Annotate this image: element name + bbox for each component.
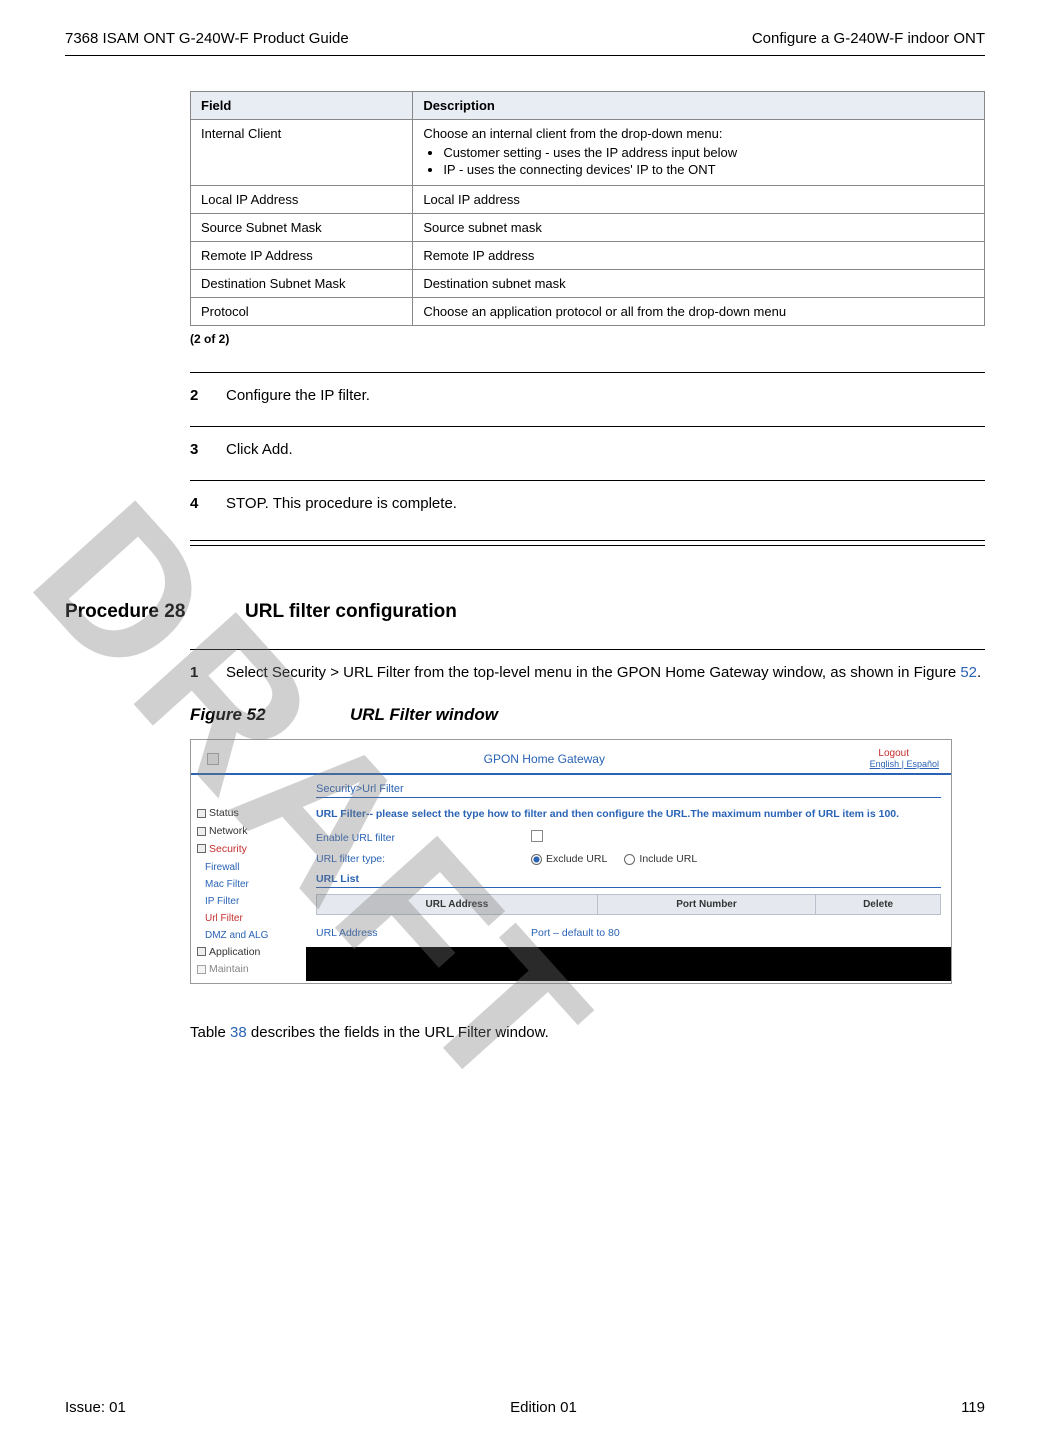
- step-text: STOP. This procedure is complete.: [226, 495, 985, 512]
- cell-field: Protocol: [191, 298, 413, 326]
- figure-caption: Figure 52 URL Filter window: [190, 705, 985, 725]
- procedure-label: Procedure 28: [65, 601, 245, 623]
- cell-bullet: IP - uses the connecting devices' IP to …: [443, 162, 974, 177]
- exclude-url-radio[interactable]: [531, 854, 542, 865]
- sidebar-item-security[interactable]: Security: [197, 841, 302, 859]
- cell-desc: Remote IP address: [413, 242, 985, 270]
- header-rule: [65, 55, 985, 56]
- table-row: Internal Client Choose an internal clien…: [191, 120, 985, 186]
- cell-field: Source Subnet Mask: [191, 214, 413, 242]
- enable-url-filter-checkbox[interactable]: [531, 830, 543, 842]
- cell-desc: Local IP address: [413, 186, 985, 214]
- figure-reference[interactable]: 52: [960, 664, 977, 681]
- procedure-title: URL filter configuration: [245, 601, 457, 623]
- footer-edition: Edition 01: [510, 1399, 577, 1416]
- ss-main-panel: Security>Url Filter URL Filter-- please …: [306, 775, 951, 983]
- table-footer: (2 of 2): [190, 332, 985, 346]
- procedure-end-separator: [190, 540, 985, 546]
- redacted-bar: [306, 947, 951, 981]
- table-reference[interactable]: 38: [230, 1024, 247, 1041]
- breadcrumb: Security>Url Filter: [316, 783, 941, 795]
- procedure-step: 4 STOP. This procedure is complete.: [190, 495, 985, 512]
- procedure-heading: Procedure 28 URL filter configuration: [65, 601, 985, 623]
- cell-desc: Choose an application protocol or all fr…: [413, 298, 985, 326]
- col-url-address: URL Address: [317, 895, 598, 915]
- figure-title-text: URL Filter window: [350, 705, 498, 725]
- footer-issue: Issue: 01: [65, 1399, 126, 1416]
- sidebar-item-application[interactable]: Application: [197, 944, 302, 962]
- sidebar-item-url-filter[interactable]: Url Filter: [197, 910, 302, 927]
- ss-titlebar: GPON Home Gateway Logout English | Españ…: [191, 740, 951, 775]
- sidebar-item-firewall[interactable]: Firewall: [197, 859, 302, 876]
- step-separator: [190, 372, 985, 373]
- cell-desc-intro: Choose an internal client from the drop-…: [423, 126, 722, 141]
- sidebar-item-ip-filter[interactable]: IP Filter: [197, 893, 302, 910]
- url-filter-screenshot: GPON Home Gateway Logout English | Españ…: [190, 739, 952, 984]
- cell-field: Remote IP Address: [191, 242, 413, 270]
- table-header-description: Description: [413, 92, 985, 120]
- step-separator: [190, 649, 985, 650]
- cell-field: Internal Client: [191, 120, 413, 186]
- procedure-step: 1 Select Security > URL Filter from the …: [190, 664, 985, 681]
- sidebar-item-mac-filter[interactable]: Mac Filter: [197, 876, 302, 893]
- cell-field: Local IP Address: [191, 186, 413, 214]
- enable-url-filter-label: Enable URL filter: [316, 832, 531, 844]
- panel-subtitle: URL Filter-- please select the type how …: [316, 808, 941, 820]
- table-row: Remote IP Address Remote IP address: [191, 242, 985, 270]
- step-number: 3: [190, 441, 226, 458]
- table-reference-text: Table 38 describes the fields in the URL…: [190, 1024, 985, 1041]
- cell-desc: Source subnet mask: [413, 214, 985, 242]
- table-row: Source Subnet Mask Source subnet mask: [191, 214, 985, 242]
- add-url-row: URL Address Port – default to 80: [316, 927, 941, 939]
- sidebar-item-network[interactable]: Network: [197, 823, 302, 841]
- table-row: Local IP Address Local IP address: [191, 186, 985, 214]
- url-address-label: URL Address: [316, 927, 531, 939]
- enable-url-filter-row: Enable URL filter: [316, 830, 941, 845]
- table-header-field: Field: [191, 92, 413, 120]
- step-number: 4: [190, 495, 226, 512]
- step-number: 1: [190, 664, 226, 681]
- field-description-table: Field Description Internal Client Choose…: [190, 91, 985, 326]
- logout-link[interactable]: Logout: [878, 748, 909, 759]
- step-text: Click Add.: [226, 441, 985, 458]
- page-footer: Issue: 01 Edition 01 119: [65, 1399, 985, 1416]
- procedure-step: 2 Configure the IP filter.: [190, 387, 985, 404]
- col-delete: Delete: [816, 895, 941, 915]
- figure-label: Figure 52: [190, 705, 350, 725]
- step-text: Configure the IP filter.: [226, 387, 985, 404]
- url-filter-type-label: URL filter type:: [316, 853, 531, 865]
- language-links[interactable]: English | Español: [870, 759, 939, 769]
- step-separator: [190, 480, 985, 481]
- include-url-radio[interactable]: [624, 854, 635, 865]
- cell-field: Destination Subnet Mask: [191, 270, 413, 298]
- step-text: Select Security > URL Filter from the to…: [226, 664, 985, 681]
- cell-desc: Choose an internal client from the drop-…: [413, 120, 985, 186]
- sidebar-item-status[interactable]: Status: [197, 805, 302, 823]
- table-row: Protocol Choose an application protocol …: [191, 298, 985, 326]
- step-number: 2: [190, 387, 226, 404]
- cell-desc: Destination subnet mask: [413, 270, 985, 298]
- procedure-step: 3 Click Add.: [190, 441, 985, 458]
- cell-bullet: Customer setting - uses the IP address i…: [443, 145, 974, 160]
- include-url-label: Include URL: [639, 853, 697, 865]
- header-left: 7368 ISAM ONT G-240W-F Product Guide: [65, 30, 349, 47]
- footer-page-number: 119: [961, 1399, 985, 1416]
- ss-app-title: GPON Home Gateway: [219, 752, 870, 766]
- port-default-label: Port – default to 80: [531, 927, 620, 939]
- url-list-table: URL Address Port Number Delete: [316, 894, 941, 915]
- page-header: 7368 ISAM ONT G-240W-F Product Guide Con…: [65, 30, 985, 47]
- url-filter-type-row: URL filter type: Exclude URL Include URL: [316, 853, 941, 865]
- col-port-number: Port Number: [597, 895, 815, 915]
- exclude-url-label: Exclude URL: [546, 853, 607, 865]
- header-right: Configure a G-240W-F indoor ONT: [752, 30, 985, 47]
- ss-sidebar: Status Network Security Firewall Mac Fil…: [191, 775, 306, 983]
- table-row: Destination Subnet Mask Destination subn…: [191, 270, 985, 298]
- sidebar-item-dmz-alg[interactable]: DMZ and ALG: [197, 927, 302, 944]
- step-separator: [190, 426, 985, 427]
- sidebar-item-maintain[interactable]: Maintain: [197, 961, 302, 979]
- window-control-icon: [207, 753, 219, 765]
- url-list-section-title: URL List: [316, 873, 941, 888]
